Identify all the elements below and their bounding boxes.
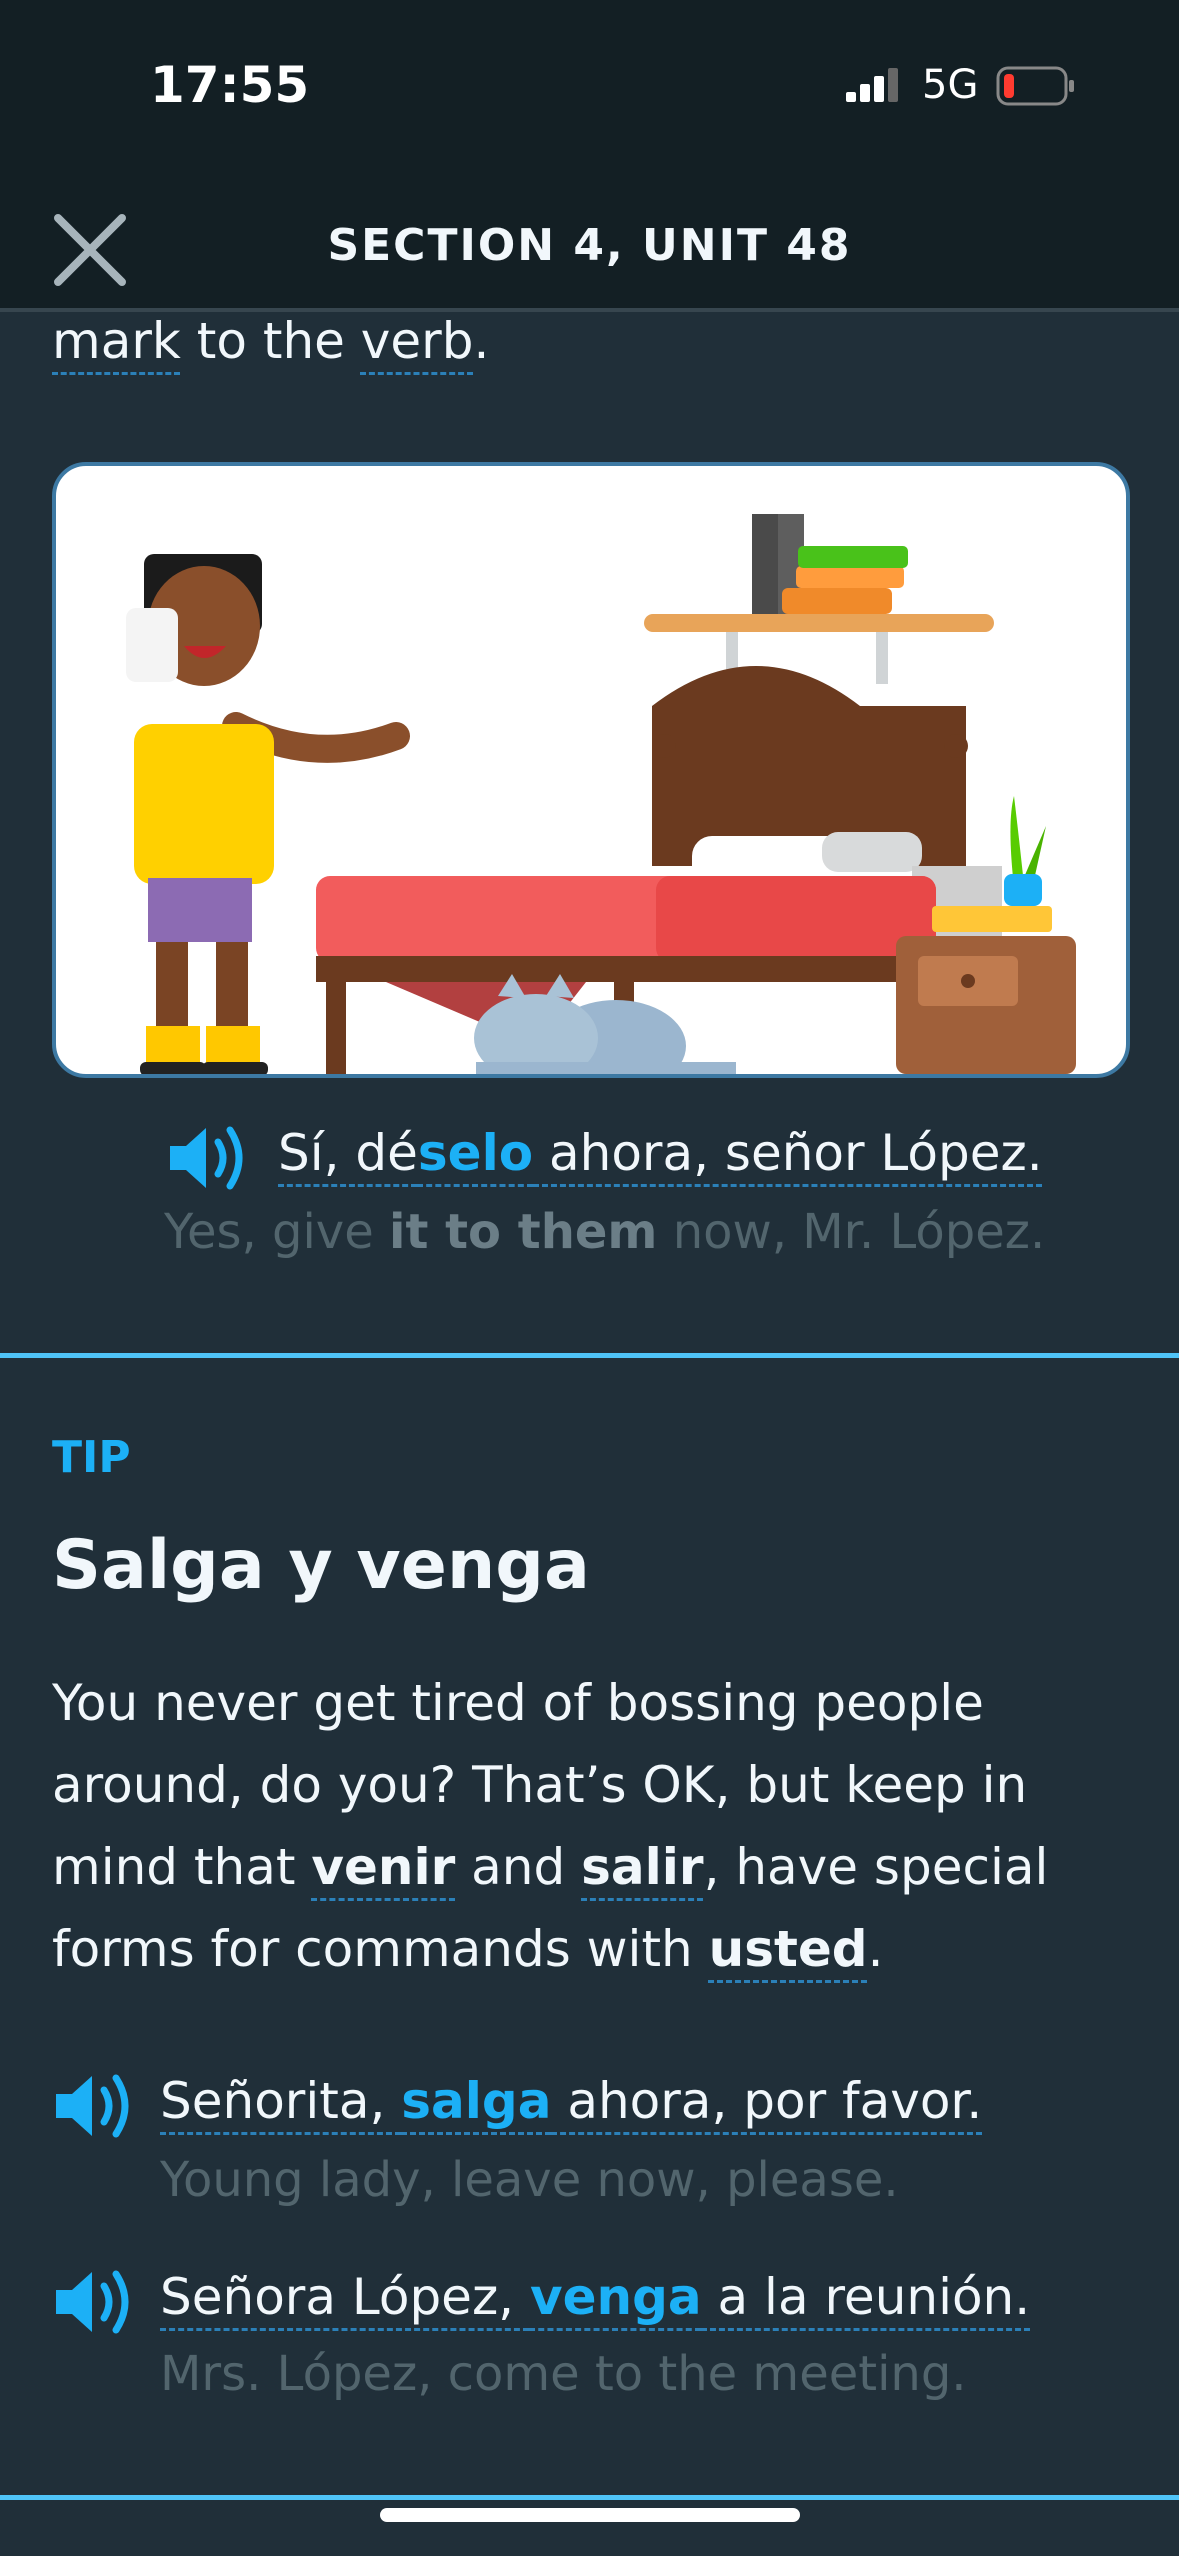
tip-label: TIP <box>52 1432 131 1483</box>
example-sentence-english: Mrs. López, come to the meeting. <box>160 2346 967 2402</box>
tip-paragraph: You never get tired of bossing people ar… <box>52 1674 1049 1978</box>
speaker-icon[interactable] <box>52 2070 136 2142</box>
example-sentence-spanish[interactable]: Señorita, salga ahora, por favor. <box>160 2072 982 2130</box>
bedroom-illustration <box>126 514 1076 1074</box>
network-label: 5G <box>922 62 979 108</box>
illustration <box>52 462 1130 1078</box>
hint-word-salir[interactable]: salir <box>581 1838 703 1896</box>
example-sentence-english: Young lady, leave now, please. <box>160 2152 899 2208</box>
tip-title: Salga y venga <box>52 1526 590 1605</box>
example-sentence-spanish[interactable]: Señora López, venga a la reunión. <box>160 2268 1030 2326</box>
signal-icon <box>846 68 898 102</box>
example-sentence-english: Yes, give it to them now, Mr. López. <box>164 1204 1046 1260</box>
battery-icon <box>996 66 1074 106</box>
hint-word-mark[interactable]: mark <box>52 312 181 370</box>
speaker-icon[interactable] <box>166 1122 250 1194</box>
hint-word-venir[interactable]: venir <box>311 1838 455 1896</box>
speaker-icon[interactable] <box>52 2266 136 2338</box>
intro-text: mark to the verb. <box>52 312 490 370</box>
home-indicator[interactable] <box>380 2508 800 2522</box>
hint-word-usted[interactable]: usted <box>709 1920 868 1978</box>
section-divider <box>0 2495 1179 2500</box>
example-sentence-spanish[interactable]: Sí, déselo ahora, señor López. <box>278 1124 1043 1182</box>
page-title: SECTION 4, UNIT 48 <box>327 220 852 271</box>
status-time: 17:55 <box>150 56 310 114</box>
hint-word-verb[interactable]: verb <box>361 312 474 370</box>
section-divider <box>0 1353 1179 1358</box>
